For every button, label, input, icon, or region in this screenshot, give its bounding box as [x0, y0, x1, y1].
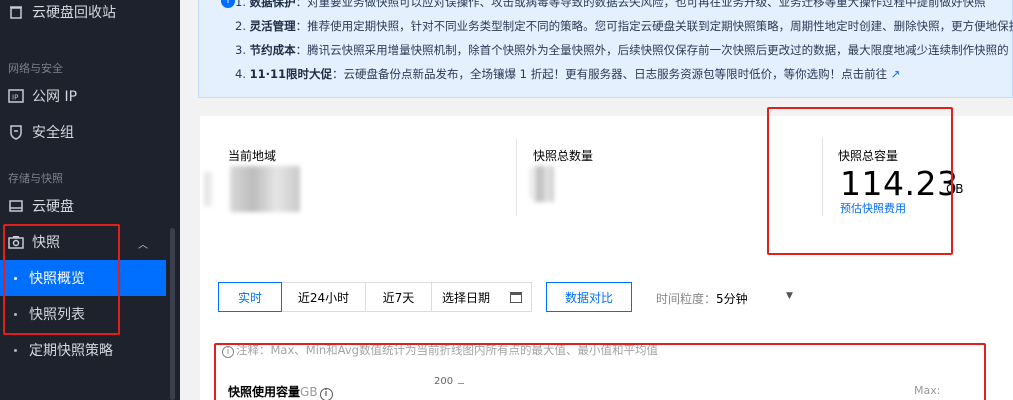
count-label: 快照总数量: [533, 149, 594, 163]
svg-text:IP: IP: [12, 94, 18, 102]
region-value-blurred: [230, 166, 300, 212]
sidebar-scrollbar[interactable]: [170, 228, 175, 400]
tab-last-7d[interactable]: 近7天: [366, 283, 432, 311]
granularity-label: 时间粒度：: [656, 292, 717, 306]
sidebar-item-cloud-disk[interactable]: 云硬盘: [0, 188, 166, 224]
tab-last-24h[interactable]: 近24小时: [282, 283, 366, 311]
chevron-up-icon[interactable]: ︿: [138, 236, 148, 251]
annotation-box-sidebar: [3, 224, 120, 335]
count-value-blurred: [534, 166, 554, 202]
tip-line-3: 3. 节约成本：腾讯云快照采用增量快照机制，除首个快照外为全量快照外，后续快照仅…: [235, 43, 1009, 57]
region-label: 当前地域: [228, 149, 277, 163]
shield-icon: [8, 124, 24, 140]
granularity-select[interactable]: 5分钟: [716, 290, 748, 307]
sidebar-item-scheduled-policy[interactable]: 定期快照策略: [0, 332, 166, 368]
date-picker[interactable]: 选择日期: [432, 283, 530, 311]
sidebar-item-public-ip[interactable]: IP 公网 IP: [0, 78, 166, 114]
tip-line-4: 4. 11·11限时大促：云硬盘备份点新品发布，全场镶爆 1 折起！更有服务器、…: [235, 67, 901, 81]
sidebar-item-label: 云硬盘: [32, 199, 74, 215]
sidebar-item-label: 云硬盘回收站: [32, 5, 116, 21]
sidebar-item-recycle-bin[interactable]: 云硬盘回收站: [0, 0, 166, 30]
sidebar-item-label: 安全组: [32, 125, 74, 141]
sidebar-group-storage: 存储与快照: [8, 172, 63, 185]
info-icon: i: [221, 0, 235, 8]
tip-line-2: 2. 灵活管理：推荐使用定期快照，针对不同业务类型制定不同的策略。您可指定云硬盘…: [235, 19, 1013, 33]
tip-line-1: 1. 数据保护：对重要业务做快照可以应对误操作、攻击或病毒等导致的数据丢失风险，…: [235, 0, 986, 9]
ip-icon: IP: [8, 88, 24, 104]
sidebar-group-network: 网络与安全: [8, 62, 63, 75]
disk-icon: [8, 198, 24, 214]
calendar-icon: [510, 291, 522, 303]
compare-button[interactable]: 数据对比: [546, 282, 632, 312]
info-tip-box: i 1. 数据保护：对重要业务做快照可以应对误操作、攻击或病毒等导致的数据丢失风…: [198, 0, 1013, 98]
external-link-icon[interactable]: ↗: [891, 67, 901, 81]
caret-down-icon[interactable]: ▼: [786, 291, 793, 301]
annotation-box-capacity: [767, 107, 953, 255]
sidebar-item-label: 定期快照策略: [29, 343, 113, 359]
annotation-box-chart: [214, 343, 986, 400]
time-range-selector: 实时 近24小时 近7天 选择日期: [218, 282, 532, 312]
sidebar-item-label: 公网 IP: [32, 89, 78, 105]
date-picker-label: 选择日期: [442, 290, 491, 305]
tab-realtime[interactable]: 实时: [218, 282, 282, 312]
sidebar-item-security-group[interactable]: 安全组: [0, 114, 166, 150]
sidebar: 云硬盘回收站 网络与安全 IP 公网 IP 安全组 存储与快照 云硬盘 快照 ︿…: [0, 0, 180, 400]
trash-icon: [8, 4, 24, 20]
